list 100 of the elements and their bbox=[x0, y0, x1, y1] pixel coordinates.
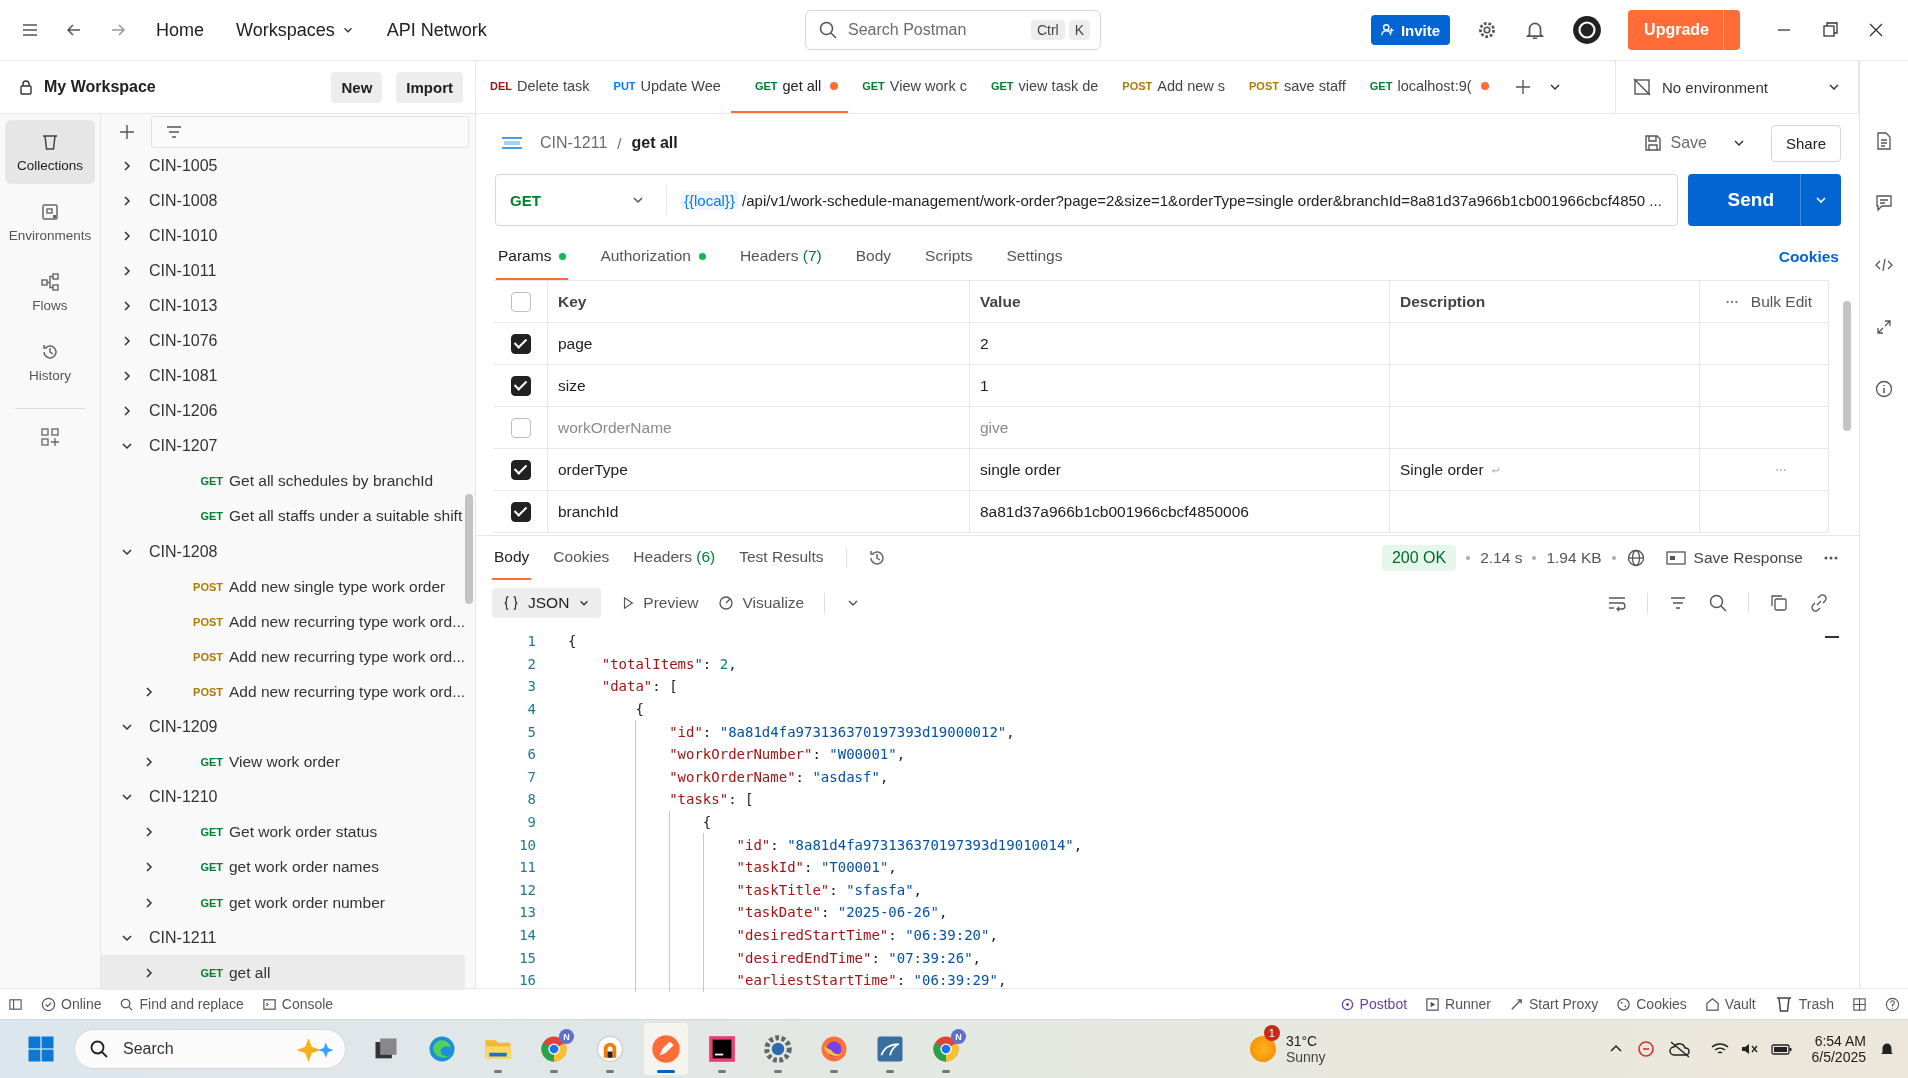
param-description[interactable]: Single order bbox=[1400, 460, 1484, 479]
status-bar-item[interactable]: Postbot bbox=[1339, 996, 1408, 1012]
param-value[interactable]: give bbox=[980, 418, 1009, 437]
fox-icon[interactable] bbox=[819, 1034, 849, 1064]
folder-item[interactable]: CIN-1013 bbox=[101, 288, 465, 324]
share-button[interactable]: Share bbox=[1770, 124, 1841, 162]
response-tab[interactable]: Cookies bbox=[551, 536, 612, 580]
plus-icon[interactable] bbox=[117, 122, 137, 142]
request-tab[interactable]: GET get all bbox=[730, 61, 849, 113]
environment-select[interactable]: No environment bbox=[1615, 61, 1859, 113]
status-bar-item[interactable]: Find and replace bbox=[119, 996, 244, 1012]
status-bar-item[interactable]: Cookies bbox=[1616, 996, 1687, 1012]
param-key[interactable]: branchId bbox=[558, 502, 619, 521]
comment-icon[interactable] bbox=[1874, 193, 1894, 213]
request-item[interactable]: GET get work order names bbox=[101, 849, 465, 885]
cookies-link[interactable]: Cookies bbox=[1778, 234, 1839, 280]
request-tab[interactable]: GET view task de bbox=[976, 61, 1109, 113]
format-select[interactable]: JSON bbox=[492, 588, 602, 618]
nav-link[interactable]: Home bbox=[152, 13, 208, 47]
nav-link[interactable]: API Network bbox=[382, 13, 491, 47]
request-item[interactable]: GET get work order number bbox=[101, 884, 465, 921]
bulk-edit-link[interactable]: Bulk Edit bbox=[1750, 292, 1812, 311]
clock[interactable]: 6:54 AM 6/5/2025 bbox=[1811, 1033, 1866, 1065]
folder-item[interactable]: CIN-1008 bbox=[101, 183, 465, 219]
chrome-icon[interactable] bbox=[539, 1034, 569, 1064]
request-item[interactable]: POST Add new recurring type work ord... bbox=[101, 604, 465, 640]
browser-icon[interactable] bbox=[427, 1034, 457, 1064]
sidebar-tab[interactable]: Environments bbox=[5, 190, 95, 254]
chrome-icon[interactable] bbox=[931, 1034, 961, 1064]
param-value[interactable]: 1 bbox=[980, 376, 989, 395]
help-icon[interactable] bbox=[1885, 996, 1900, 1012]
copy-icon[interactable] bbox=[1769, 593, 1789, 613]
folder-item[interactable]: CIN-1010 bbox=[101, 218, 465, 254]
avatar-icon[interactable] bbox=[1572, 15, 1603, 45]
request-item[interactable]: POST Add new recurring type work ord... bbox=[101, 674, 465, 710]
response-tab[interactable]: Test Results bbox=[737, 536, 826, 580]
request-tab[interactable]: POST save staff bbox=[1235, 61, 1356, 113]
checkbox[interactable] bbox=[510, 459, 531, 480]
response-tab[interactable]: Body bbox=[492, 536, 532, 580]
folder-item[interactable]: CIN-1206 bbox=[101, 393, 465, 429]
folder-item[interactable]: CIN-1005 bbox=[101, 148, 465, 184]
sidebar-tab[interactable]: Collections bbox=[5, 120, 95, 184]
status-bar-item[interactable]: Console bbox=[261, 996, 334, 1012]
folder-item[interactable]: CIN-1076 bbox=[101, 323, 465, 359]
database-icon[interactable] bbox=[875, 1034, 905, 1064]
gear-icon[interactable] bbox=[763, 1034, 793, 1064]
workspace-button[interactable]: Import bbox=[396, 71, 463, 103]
checkbox[interactable] bbox=[510, 333, 531, 354]
request-tab[interactable]: GET View work c bbox=[848, 61, 977, 113]
request-section-tab[interactable]: Settings bbox=[1004, 234, 1065, 280]
param-key[interactable]: workOrderName bbox=[558, 418, 672, 437]
request-item[interactable]: GET Get work order status bbox=[101, 814, 465, 850]
filter-field[interactable] bbox=[151, 116, 469, 148]
request-item[interactable]: POST Add new single type work order bbox=[101, 569, 465, 605]
request-section-tab[interactable]: Params bbox=[496, 234, 569, 280]
arrows-icon[interactable] bbox=[1874, 317, 1894, 337]
layout-icon[interactable] bbox=[1852, 996, 1867, 1012]
status-bar-item[interactable]: Runner bbox=[1425, 996, 1491, 1012]
folder-item[interactable]: CIN-1210 bbox=[101, 779, 465, 815]
response-tab[interactable]: Headers (6) bbox=[631, 536, 718, 580]
status-bar-item[interactable]: Vault bbox=[1704, 996, 1756, 1012]
breadcrumb-link[interactable]: CIN-1211 bbox=[540, 134, 608, 152]
link-icon[interactable] bbox=[1809, 593, 1829, 613]
more-icon[interactable] bbox=[1823, 554, 1839, 562]
search-field[interactable]: Search Postman Ctrl K bbox=[805, 10, 1101, 50]
request-section-tab[interactable]: Scripts bbox=[923, 234, 975, 280]
status-bar-item[interactable]: Trash bbox=[1773, 994, 1834, 1014]
folder-item[interactable]: CIN-1211 bbox=[101, 920, 465, 956]
folder-item[interactable]: CIN-1081 bbox=[101, 358, 465, 394]
request-item[interactable]: GET get all bbox=[101, 955, 465, 991]
view-button[interactable]: Visualize bbox=[718, 594, 805, 612]
taskbar-app[interactable]: N bbox=[924, 1023, 968, 1075]
param-key[interactable]: page bbox=[558, 334, 593, 353]
checkbox[interactable] bbox=[510, 375, 531, 396]
request-section-tab[interactable]: Authorization bbox=[598, 234, 708, 280]
request-item[interactable]: POST Add new recurring type work ord... bbox=[101, 639, 465, 675]
folder-item[interactable]: CIN-1209 bbox=[101, 709, 465, 745]
ide-icon[interactable] bbox=[708, 1035, 736, 1063]
folder-item[interactable]: CIN-1207 bbox=[101, 428, 465, 464]
request-item[interactable]: GET View work order bbox=[101, 744, 465, 780]
status-bar-item[interactable]: Online bbox=[41, 996, 102, 1012]
info-icon[interactable] bbox=[1874, 379, 1894, 399]
request-tab[interactable]: DEL Delete task bbox=[476, 61, 600, 113]
param-value[interactable]: 8a81d37a966b1cb001966cbcf4850006 bbox=[980, 502, 1249, 521]
sidebar-tab[interactable]: History bbox=[5, 330, 95, 394]
scrollbar[interactable] bbox=[1843, 301, 1851, 431]
param-value[interactable]: single order bbox=[980, 460, 1061, 479]
request-section-tab[interactable]: Headers (7) bbox=[737, 234, 824, 280]
request-section-tab[interactable]: Body bbox=[853, 234, 894, 280]
checkbox[interactable] bbox=[510, 501, 531, 522]
document-icon[interactable] bbox=[1874, 131, 1894, 151]
globe-icon[interactable] bbox=[1625, 548, 1646, 568]
param-key[interactable]: orderType bbox=[558, 460, 628, 479]
arch-icon[interactable] bbox=[595, 1034, 625, 1064]
status-bar-item[interactable]: Start Proxy bbox=[1509, 996, 1599, 1012]
start-icon[interactable] bbox=[26, 1034, 56, 1064]
scrollbar[interactable] bbox=[465, 494, 473, 604]
save-response-button[interactable]: Save Response bbox=[1665, 549, 1803, 567]
request-tab[interactable]: GET localhost:9( bbox=[1355, 61, 1499, 113]
sidebar-toggle-icon[interactable] bbox=[8, 996, 23, 1012]
